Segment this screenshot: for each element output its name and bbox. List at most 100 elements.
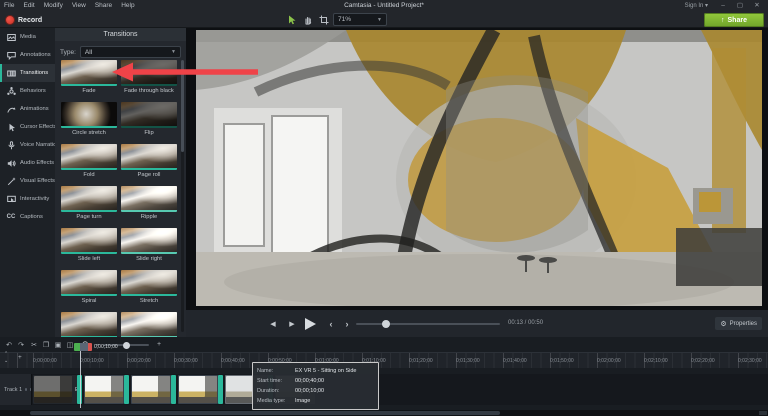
undo-button[interactable]: ↶ [3,338,15,351]
timeline-clip-4[interactable]: EX VR 5 [178,375,218,404]
clip-thumbnail [34,376,72,403]
timeline-ruler[interactable]: 0;00;00;00 0;00;10;00 0;00;20;00 0;00;30… [0,352,768,368]
close-button[interactable]: ✕ [750,0,764,11]
sidebar-item-cursor-effects[interactable]: Cursor Effects [0,118,55,136]
transition-thumbnail[interactable] [121,312,177,337]
add-track-button[interactable]: + [18,354,22,361]
transition-thumbnail[interactable] [121,102,177,128]
transition-thumbnail[interactable] [61,270,117,296]
transition-thumbnail[interactable] [61,60,117,86]
scrollbar-thumb[interactable] [30,411,500,415]
properties-button[interactable]: ⚙ Properties [715,317,762,330]
transition-page-roll[interactable]: Page roll [121,144,177,178]
cut-button[interactable]: ✂ [28,338,40,351]
transition-thumbnail[interactable] [61,144,117,170]
transition-thumbnail[interactable] [121,270,177,296]
transition-thumbnail[interactable] [121,60,177,86]
share-button[interactable]: ↑ Share [704,13,764,27]
transition-thumbnail[interactable] [61,186,117,212]
sign-in-link[interactable]: Sign In ▾ [685,2,708,9]
sidebar-item-media[interactable]: Media [0,28,55,46]
transition-thumbnail[interactable] [121,144,177,170]
playhead[interactable] [80,344,81,408]
paste-button[interactable]: ▣ [52,338,64,351]
seek-slider[interactable] [356,323,500,325]
menu-bar: File Edit Modify View Share Help Camtasi… [0,0,768,11]
sidebar-item-visual-effects[interactable]: Visual Effects [0,172,55,190]
ruler-tick: 0;00;10;00 [80,358,104,364]
menu-modify[interactable]: Modify [44,2,63,9]
transition-joint[interactable] [124,375,129,404]
sidebar-item-voice-narration[interactable]: Voice Narration [0,136,55,154]
edit-cursor-tool[interactable] [285,13,298,26]
transition-thumbnail[interactable] [61,228,117,254]
sidebar-item-captions[interactable]: CC Captions [0,208,55,226]
copy-button[interactable]: ❐ [40,338,52,351]
type-filter-dropdown[interactable]: All ▼ [80,46,181,58]
transition-thumb-partial[interactable] [61,312,117,337]
seek-handle[interactable] [382,320,390,328]
crop-tool[interactable] [317,13,330,26]
track-visibility-icon[interactable] [30,388,31,391]
transition-thumb-partial[interactable] [121,312,177,337]
transition-page-turn[interactable]: Page turn [61,186,117,220]
scroll-up-icon[interactable]: ⌃ [4,351,8,357]
sidebar-item-animations[interactable]: Animations [0,100,55,118]
transition-fold[interactable]: Fold [61,144,117,178]
transition-ripple[interactable]: Ripple [121,186,177,220]
playhead-grip[interactable] [80,343,88,351]
transition-spiral[interactable]: Spiral [61,270,117,304]
panel-scrollbar[interactable] [181,60,184,332]
timeline-clip-1[interactable]: EX VR 5 [33,375,77,404]
minimize-button[interactable]: – [716,0,730,11]
pan-tool[interactable] [301,13,314,26]
sidebar-item-transitions[interactable]: Transitions [0,64,55,82]
menu-file[interactable]: File [4,2,14,9]
transition-slide-left[interactable]: Slide left [61,228,117,262]
menu-share[interactable]: Share [95,2,112,9]
sidebar-item-behaviors[interactable]: Behaviors [0,82,55,100]
track-lock-icon[interactable] [25,388,26,391]
canvas-zoom-dropdown[interactable]: 71% ▼ [333,13,387,26]
sidebar-item-audio-effects[interactable]: Audio Effects [0,154,55,172]
menu-view[interactable]: View [72,2,86,9]
transition-fade-through-black[interactable]: Fade through black [121,60,177,94]
magic-wand-icon [6,176,16,186]
transition-thumbnail[interactable] [121,228,177,254]
maximize-button[interactable]: ▢ [733,0,747,11]
scrollbar-corner [759,411,767,415]
transition-circle-stretch[interactable]: Circle stretch [61,102,117,136]
ruler-tick: 0;02;20;00 [691,358,715,364]
scroll-down-icon[interactable]: ⌄ [4,358,8,364]
transition-flip[interactable]: Flip [121,102,177,136]
chevron-down-icon: ▼ [377,17,382,23]
transition-joint[interactable] [171,375,176,404]
sidebar-item-annotations[interactable]: Annotations [0,46,55,64]
menu-edit[interactable]: Edit [23,2,34,9]
canvas-preview[interactable] [196,30,762,306]
sidebar-item-interactivity[interactable]: Interactivity [0,190,55,208]
transition-thumbnail[interactable] [121,186,177,212]
transition-thumbnail[interactable] [61,102,117,128]
playhead-head[interactable] [74,343,92,351]
record-button[interactable]: Record [6,14,42,26]
selection-out-handle[interactable] [88,343,92,351]
transition-thumbnail[interactable] [61,312,117,337]
jump-forward-button[interactable]: › [340,317,354,330]
next-frame-button[interactable]: ▶ [285,317,299,330]
track-header[interactable]: Track 1 [0,374,32,405]
timeline-zoom-in-button[interactable]: + [153,338,165,351]
menu-help[interactable]: Help [121,2,134,9]
transition-fade[interactable]: Fade [61,60,117,94]
play-button[interactable] [302,315,319,332]
timeline-clip-2[interactable]: EX VR 5 [84,375,124,404]
previous-frame-button[interactable]: ◀ [266,317,280,330]
jump-back-button[interactable]: ‹ [324,317,338,330]
timeline-zoom-handle[interactable] [123,342,130,349]
timeline-clip-3[interactable]: EX VR 5 [131,375,171,404]
transition-stretch[interactable]: Stretch [121,270,177,304]
transition-joint[interactable] [218,375,223,404]
transition-slide-right[interactable]: Slide right [121,228,177,262]
timeline-horizontal-scrollbar[interactable] [0,410,768,416]
redo-button[interactable]: ↷ [15,338,27,351]
